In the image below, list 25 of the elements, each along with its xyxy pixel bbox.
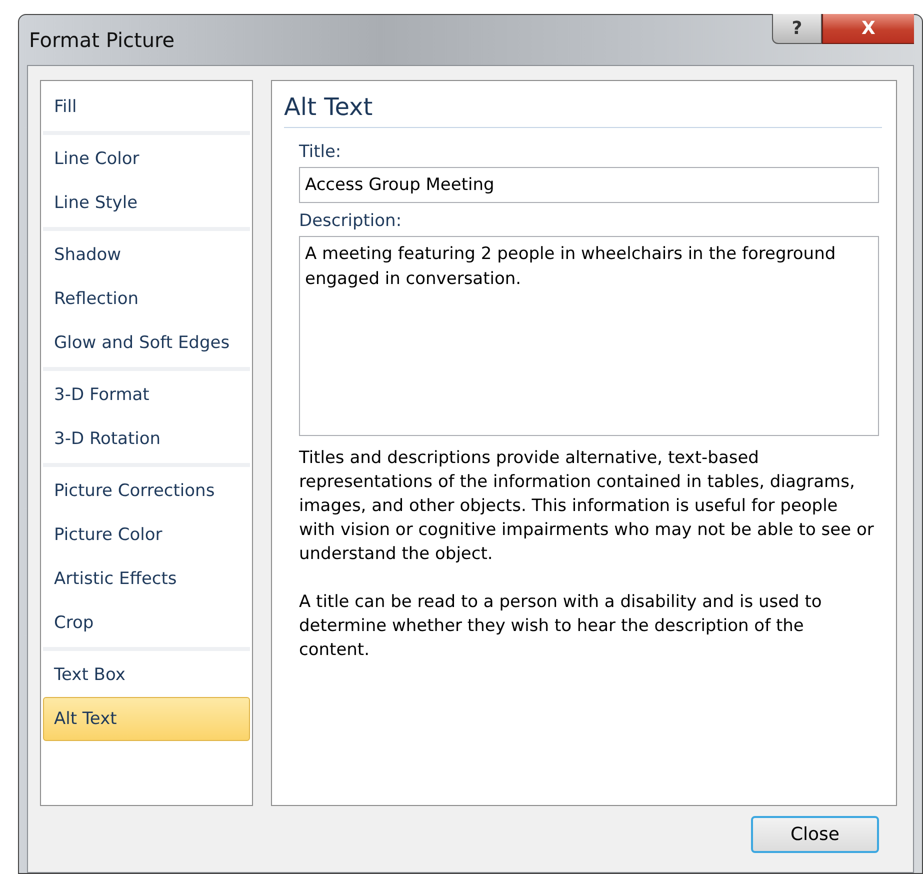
window-title: Format Picture <box>28 28 175 52</box>
category-item[interactable]: Line Color <box>43 137 250 181</box>
category-item[interactable]: Artistic Effects <box>43 557 250 601</box>
help-button[interactable]: ? <box>772 14 822 44</box>
help-text: A title can be read to a person with a disability and is used to determine whether they wish to hear the description of the content. <box>299 591 823 662</box>
category-item[interactable]: Alt Text <box>43 697 250 741</box>
close-window-button[interactable]: X <box>822 14 914 44</box>
panel-heading: Alt Text <box>284 93 882 128</box>
title-field[interactable]: Access Group Meeting <box>299 167 879 203</box>
category-item[interactable]: Picture Color <box>43 513 250 557</box>
category-item[interactable]: 3-D Rotation <box>43 417 250 461</box>
category-item[interactable]: Reflection <box>43 277 250 321</box>
field-label: Description: <box>299 211 403 231</box>
category-item[interactable]: Glow and Soft Edges <box>43 321 250 365</box>
category-item[interactable]: Text Box <box>43 653 250 697</box>
category-item[interactable]: Picture Corrections <box>43 469 250 513</box>
category-item[interactable]: 3-D Format <box>43 373 250 417</box>
category-item[interactable]: Shadow <box>43 233 250 277</box>
close-button[interactable]: Close <box>751 816 879 853</box>
description-field[interactable]: A meeting featuring 2 people in wheelchairs in the foreground engaged in conversation. <box>299 236 879 436</box>
category-item[interactable]: Line Style <box>43 181 250 225</box>
field-label: Title: <box>299 142 342 162</box>
category-item[interactable]: Fill <box>43 85 250 129</box>
category-item[interactable]: Crop <box>43 601 250 645</box>
help-text: Titles and descriptions provide alternative, text-based representations of the information contained in tables, diagrams, images, and other objects. This information is useful for people with vision or cognitive impairments who may not be able to see or understand the object. <box>299 447 875 566</box>
